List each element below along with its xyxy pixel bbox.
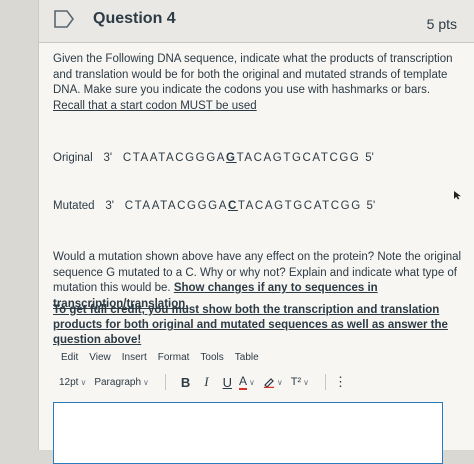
more-options-icon[interactable]: ⋮ (334, 374, 347, 390)
mutated-label: Mutated (53, 200, 95, 212)
toolbar-divider (164, 374, 166, 390)
text-color-icon: A (239, 374, 248, 390)
menu-format[interactable]: Format (158, 352, 190, 363)
block-format-select[interactable]: Paragraph ∨ (94, 377, 149, 388)
mutated-sequence: Mutated 3' CTAATACGGGACTACAGTGCATCGG 5' (53, 200, 381, 212)
superscript-icon: T² (290, 376, 302, 388)
menu-view[interactable]: View (89, 352, 111, 363)
question-points: 5 pts (426, 16, 457, 32)
prompt-start-codon-note: Recall that a start codon MUST be used (53, 99, 257, 112)
answer-editor[interactable] (53, 402, 443, 464)
toolbar-divider (325, 374, 326, 390)
italic-button[interactable]: I (204, 374, 208, 390)
chevron-down-icon: ∨ (303, 377, 309, 387)
chevron-down-icon: ∨ (143, 377, 149, 387)
original-mutation-base: G (226, 152, 237, 164)
mutated-3prime: 3' (105, 200, 114, 212)
editor-toolbar: 12pt ∨ Paragraph ∨ B I U A ∨ ∨ T² ∨ ⋮ (59, 374, 347, 390)
menu-edit[interactable]: Edit (61, 352, 78, 363)
original-label: Original (53, 152, 93, 164)
original-seq-after: TACAGTGCATCGG (236, 152, 361, 164)
flag-icon[interactable] (53, 10, 75, 28)
original-seq-before: CTAATACGGGA (122, 152, 227, 164)
chevron-down-icon: ∨ (80, 377, 87, 387)
bold-button[interactable]: B (181, 375, 190, 390)
question-title: Question 4 (93, 10, 176, 27)
text-color-button[interactable]: A ∨ (239, 374, 255, 390)
mutated-5prime: 5' (366, 200, 376, 212)
prompt-text: Given the Following DNA sequence, indica… (53, 53, 453, 96)
chevron-down-icon: ∨ (249, 377, 255, 387)
highlight-button[interactable]: ∨ (263, 376, 283, 388)
mutated-seq-before: CTAATACGGGA (124, 200, 228, 212)
mutated-seq-after: TACAGTGCATCGG (237, 200, 362, 212)
underline-button[interactable]: U (223, 375, 232, 390)
font-size-value: 12pt (59, 376, 79, 388)
original-3prime: 3' (103, 152, 113, 164)
question-prompt: Given the Following DNA sequence, indica… (53, 52, 453, 114)
original-sequence: Original 3' CTAATACGGGAGTACAGTGCATCGG 5' (53, 152, 380, 164)
editor-menubar: Edit View Insert Format Tools Table (61, 352, 259, 363)
question-card: Question 4 5 pts Given the Following DNA… (38, 0, 474, 464)
highlighter-icon (263, 378, 274, 388)
menu-insert[interactable]: Insert (122, 352, 147, 363)
original-5prime: 5' (365, 152, 374, 164)
menu-table[interactable]: Table (235, 352, 259, 363)
chevron-down-icon: ∨ (276, 377, 283, 387)
mouse-pointer-icon (454, 191, 461, 200)
question-header: Question 4 5 pts (39, 0, 474, 43)
block-format-value: Paragraph (94, 376, 142, 388)
font-size-select[interactable]: 12pt ∨ (59, 377, 86, 388)
superscript-button[interactable]: T² ∨ (291, 376, 309, 388)
mutated-mutation-base: C (227, 200, 238, 212)
menu-tools[interactable]: Tools (200, 352, 223, 363)
full-credit-note: To get full credit, you must show both t… (53, 304, 448, 346)
